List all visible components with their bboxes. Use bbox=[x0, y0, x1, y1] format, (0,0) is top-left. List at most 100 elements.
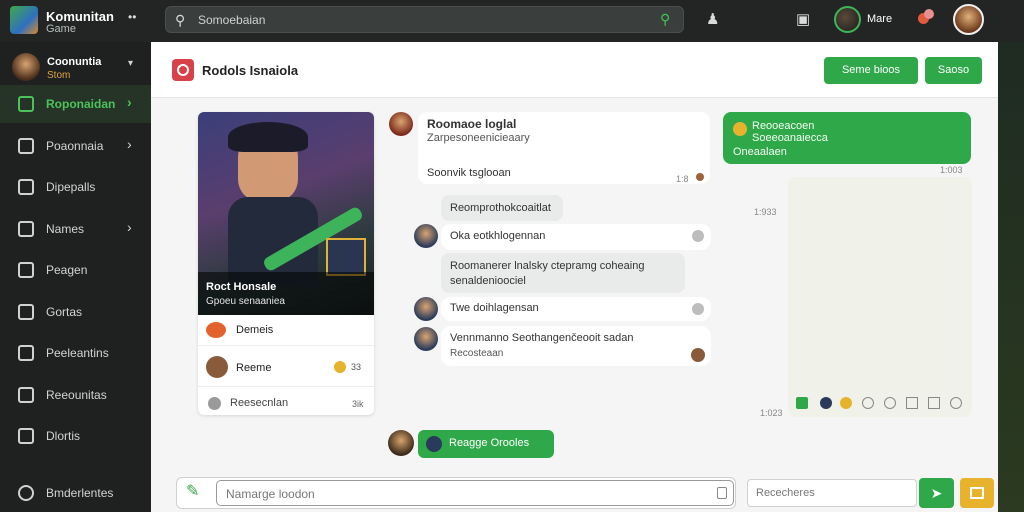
gift-icon[interactable] bbox=[960, 478, 994, 508]
message-bubble: Roomaoe loglal Zarpesoneenicieaary Soonv… bbox=[418, 112, 710, 184]
nav-icon bbox=[18, 96, 34, 112]
message-text: Reomprothokcoaitlat bbox=[450, 202, 551, 214]
message-avatar[interactable] bbox=[389, 112, 413, 136]
chevron-right-icon: › bbox=[127, 135, 132, 152]
message-bubble: Oka eotkhlogennan bbox=[441, 224, 711, 250]
emoji-icon[interactable] bbox=[840, 397, 852, 409]
app-subtitle: Game bbox=[46, 23, 76, 35]
message-input[interactable]: Namarge loodon bbox=[216, 480, 734, 506]
reaction-icon[interactable] bbox=[796, 397, 808, 409]
message-time: 1:8 bbox=[676, 174, 689, 184]
reply-bubble[interactable]: Reagge Orooles bbox=[418, 430, 554, 458]
message-text: Roomanerer lnalsky ctepramg coheaing sen… bbox=[450, 260, 645, 287]
search-go-icon[interactable]: ⚲ bbox=[660, 11, 670, 28]
chevron-right-icon: › bbox=[127, 218, 132, 235]
message-text: Soonvik tsglooan bbox=[427, 167, 511, 179]
coin-icon bbox=[334, 361, 346, 373]
message-avatar[interactable] bbox=[388, 430, 414, 456]
send-icon[interactable]: ➤ bbox=[919, 478, 954, 508]
secondary-input[interactable]: Rececheres bbox=[747, 479, 917, 507]
sidebar-item-label: Poaonnaia bbox=[46, 138, 104, 153]
timestamp: 1:023 bbox=[760, 408, 783, 418]
info-icon bbox=[208, 397, 221, 410]
card-row-label: Demeis bbox=[236, 324, 274, 336]
sidebar-item-7[interactable]: Reeounitas bbox=[0, 376, 151, 414]
card-row-label: Reesecnlan bbox=[230, 397, 289, 409]
sidebar-item-5[interactable]: Gortas bbox=[0, 293, 151, 331]
sidebar-item-0[interactable]: Roponaidan › bbox=[0, 85, 151, 123]
info-icon bbox=[18, 485, 34, 501]
sidebar-item-label: Bmderlentes bbox=[46, 486, 114, 500]
media-preview[interactable] bbox=[788, 177, 972, 417]
badge-icon bbox=[733, 122, 747, 136]
shield-icon[interactable] bbox=[862, 397, 874, 409]
secondary-input-placeholder: Rececheres bbox=[756, 487, 815, 499]
decorative-edge bbox=[998, 42, 1024, 512]
app-name: Komunitan bbox=[46, 9, 114, 24]
highlight-message: Reooeacoen Soeeoanaiecca Oneaalaen bbox=[723, 112, 971, 164]
user-avatar[interactable] bbox=[834, 6, 861, 33]
message-avatar[interactable] bbox=[414, 224, 438, 248]
primary-button[interactable]: Seme bioos bbox=[824, 57, 918, 84]
message-avatar[interactable] bbox=[414, 327, 438, 351]
highlight-line-2: Soeeoanaiecca bbox=[752, 132, 828, 144]
nav-icon bbox=[18, 220, 34, 237]
message-text: Oka eotkhlogennan bbox=[450, 230, 546, 242]
file-icon[interactable] bbox=[906, 397, 918, 409]
message-avatar[interactable] bbox=[414, 297, 438, 321]
at-icon[interactable] bbox=[950, 397, 962, 409]
reply-avatar bbox=[426, 436, 442, 452]
sidebar-item-6[interactable]: Peeleantins bbox=[0, 334, 151, 372]
sidebar-item-3[interactable]: Names › bbox=[0, 210, 151, 248]
message-bubble: Vennmanno Seothangenčeooit sadan Recoste… bbox=[441, 326, 711, 366]
message-bubble: Roomanerer lnalsky ctepramg coheaing sen… bbox=[441, 253, 685, 293]
sidebar-item-label: Dipepalls bbox=[46, 180, 96, 194]
game-card[interactable]: Roct Honsale Gpoeu senaaniea Demeis Reem… bbox=[198, 112, 374, 415]
nav-icon bbox=[18, 303, 34, 320]
options-icon[interactable] bbox=[692, 303, 704, 315]
nav-icon bbox=[18, 345, 34, 361]
secondary-button[interactable]: Saoso bbox=[925, 57, 982, 84]
sidebar-avatar[interactable] bbox=[12, 53, 40, 81]
message-text: Twe doihlagensan bbox=[450, 302, 539, 314]
nav-icon bbox=[18, 262, 34, 278]
card-title: Roct Honsale bbox=[206, 281, 277, 293]
more-dots-icon[interactable]: •• bbox=[128, 11, 136, 23]
chevron-right-icon: › bbox=[127, 94, 132, 110]
search-icon: ⚲ bbox=[175, 12, 186, 28]
message-subtitle: Zarpesoneenicieaary bbox=[427, 132, 530, 144]
add-friend-icon[interactable]: ♟ bbox=[706, 12, 719, 27]
profile-avatar[interactable] bbox=[953, 4, 984, 35]
reply-text: Reagge Orooles bbox=[449, 437, 530, 449]
sidebar-item-label: Reeounitas bbox=[46, 387, 107, 402]
friend-avatar[interactable] bbox=[206, 356, 228, 378]
notification-icon[interactable] bbox=[918, 9, 934, 25]
document-icon[interactable] bbox=[928, 397, 940, 409]
nav-icon bbox=[18, 137, 34, 154]
sidebar-item-bottom[interactable]: Bmderlentes bbox=[0, 474, 151, 512]
search-input[interactable]: Somoebaian bbox=[198, 13, 265, 27]
chat-window-icon[interactable]: ▣ bbox=[796, 12, 810, 27]
sidebar-item-8[interactable]: Dlortis bbox=[0, 417, 151, 455]
profile-menu-icon[interactable]: ▾ bbox=[128, 58, 133, 69]
search-bar[interactable]: ⚲ Somoebaian ⚲ bbox=[165, 6, 684, 33]
user-name: Mare bbox=[867, 13, 893, 25]
sidebar-item-label: Gortas bbox=[46, 304, 83, 319]
channel-icon bbox=[172, 59, 194, 81]
smile-icon[interactable] bbox=[884, 397, 896, 409]
card-badge: 33 bbox=[351, 362, 362, 372]
reaction-avatar bbox=[691, 348, 705, 362]
sidebar-profile-status: Stom bbox=[47, 70, 71, 81]
nav-icon bbox=[18, 386, 34, 403]
sidebar-profile-name: Coonuntia bbox=[47, 56, 102, 68]
page-title: Rodols Isnaiola bbox=[202, 63, 299, 78]
fire-icon bbox=[206, 322, 226, 338]
options-icon[interactable] bbox=[692, 230, 704, 242]
mic-icon[interactable] bbox=[717, 487, 727, 499]
sidebar-item-2[interactable]: Dipepalls bbox=[0, 168, 151, 206]
reaction-icon[interactable] bbox=[820, 397, 832, 409]
app-logo[interactable] bbox=[10, 6, 38, 34]
attach-icon[interactable]: ✎ bbox=[186, 484, 199, 500]
sidebar-item-1[interactable]: Poaonnaia › bbox=[0, 127, 151, 165]
sidebar-item-4[interactable]: Peagen bbox=[0, 251, 151, 289]
